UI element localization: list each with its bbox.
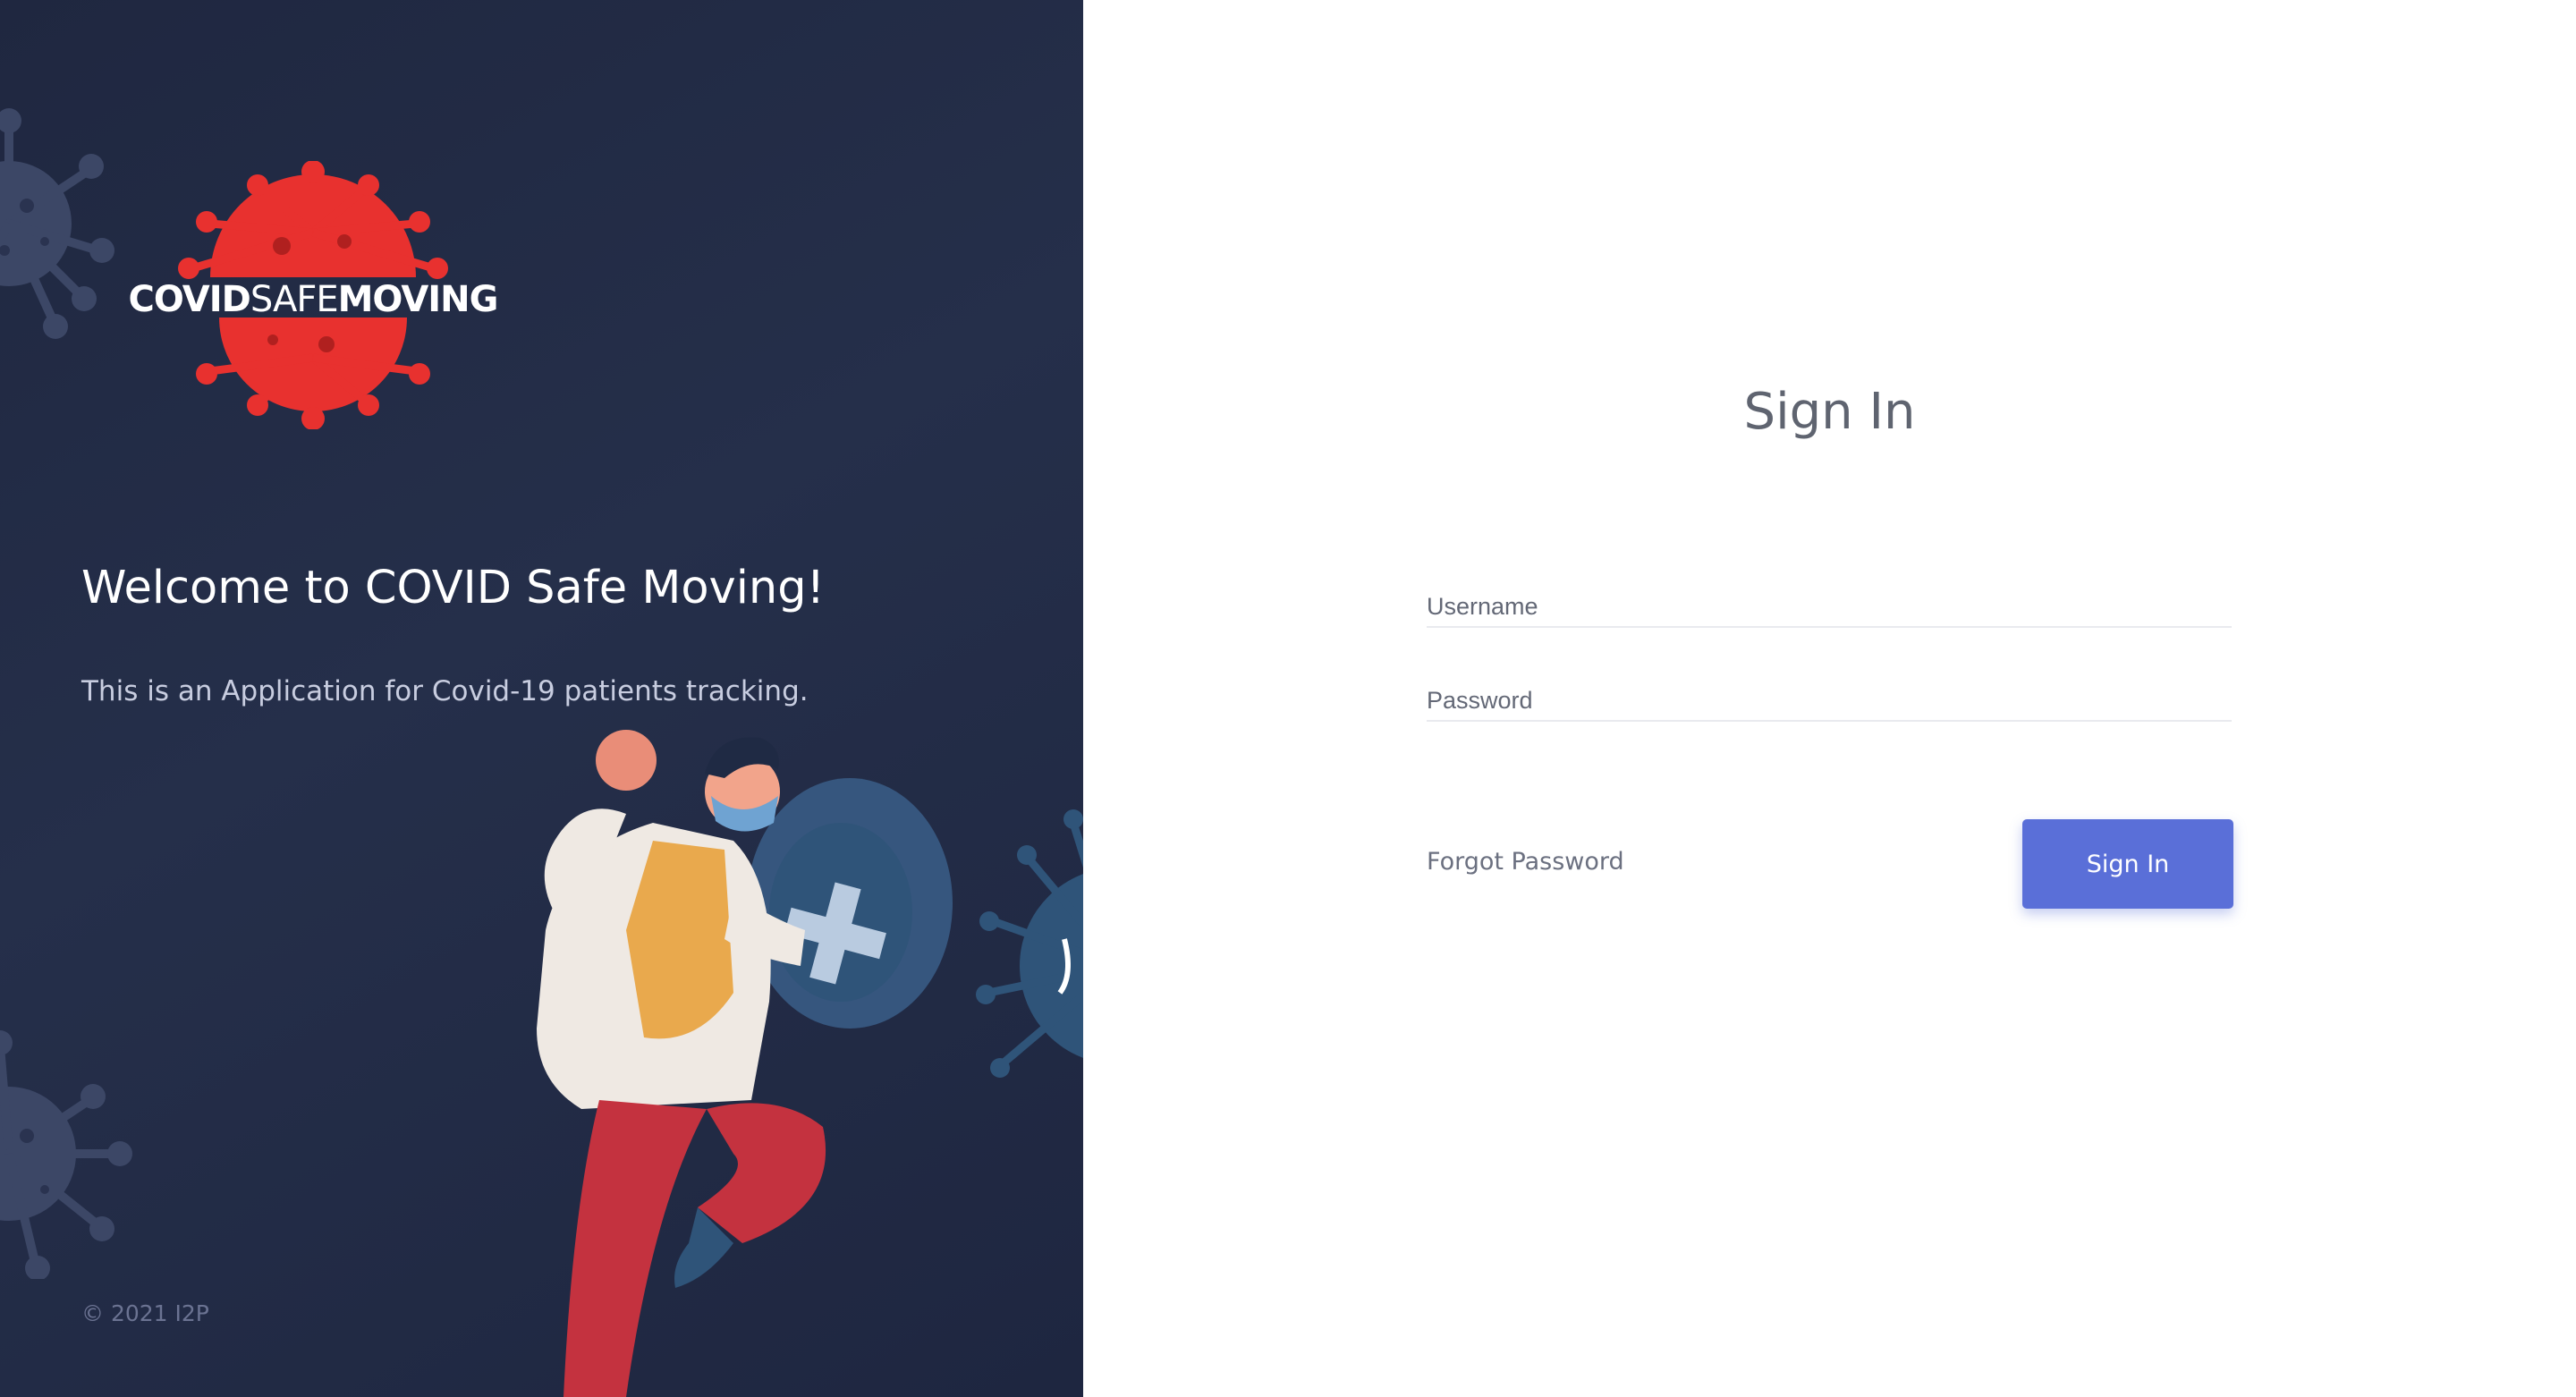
logo-text-covid: COVID <box>128 279 251 320</box>
sign-in-button[interactable]: Sign In <box>2022 819 2233 909</box>
welcome-title: Welcome to COVID Safe Moving! <box>81 562 826 614</box>
logo-text-safe: SAFE <box>250 279 339 320</box>
username-input[interactable] <box>1427 593 2232 621</box>
doctor-with-shield-illustration <box>537 730 953 1397</box>
app-logo: COVIDSAFEMOVING <box>89 161 537 429</box>
sign-in-title: Sign In <box>1743 383 1916 441</box>
welcome-subtitle: This is an Application for Covid-19 pati… <box>81 675 809 707</box>
logo-wordmark: COVIDSAFEMOVING <box>97 279 530 320</box>
virus-decor-icon <box>0 1030 132 1279</box>
copyright-text: © 2021 I2P <box>81 1300 209 1326</box>
forgot-password-link[interactable]: Forgot Password <box>1427 848 1624 876</box>
sign-in-panel: Sign In Forgot Password <box>1083 0 2576 1397</box>
logo-text-moving: MOVING <box>337 279 499 320</box>
password-input[interactable] <box>1427 687 2232 715</box>
password-field <box>1427 657 2232 722</box>
branding-panel: COVIDSAFEMOVING Welcome to COVID Safe Mo… <box>0 0 1083 1397</box>
username-field <box>1427 563 2232 628</box>
